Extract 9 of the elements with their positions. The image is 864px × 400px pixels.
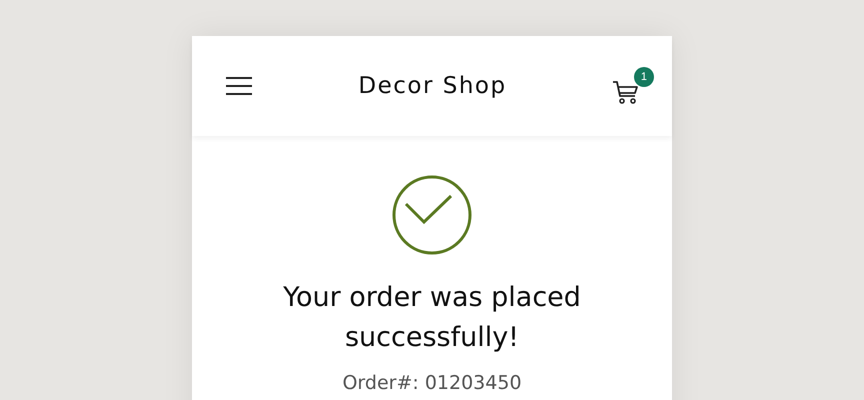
success-message: Your order was placed successfully! [282, 281, 582, 355]
shop-title: Decor Shop [358, 73, 507, 99]
order-number: Order#: 01203450 [342, 372, 522, 394]
check-circle-icon [391, 174, 473, 256]
menu-icon [225, 76, 253, 96]
menu-button[interactable] [225, 76, 253, 96]
cart-icon [612, 79, 640, 105]
cart-button[interactable]: 1 [612, 67, 654, 105]
cart-count-badge: 1 [634, 67, 654, 87]
